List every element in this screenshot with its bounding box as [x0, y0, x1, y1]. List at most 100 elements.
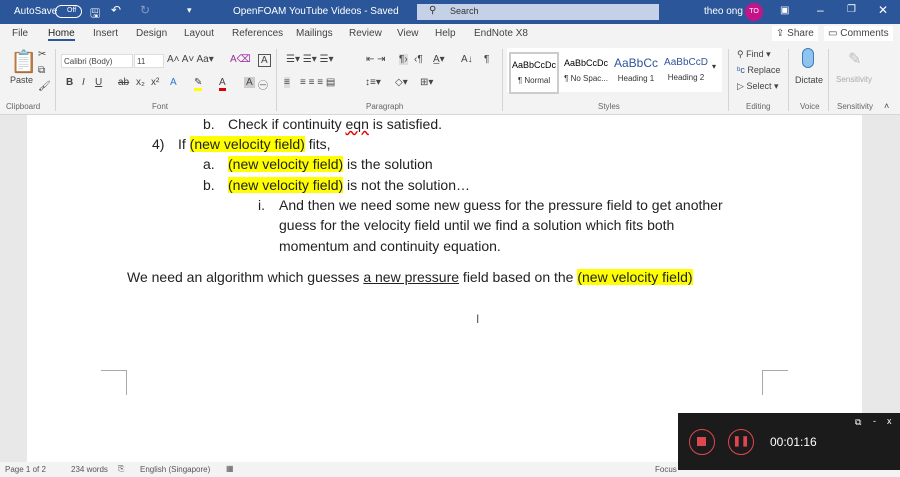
search-box[interactable]: ⚲ Search: [417, 4, 659, 20]
avatar[interactable]: TO: [745, 3, 763, 21]
user-name: theo ong: [704, 6, 743, 17]
clipboard-label: Clipboard: [6, 102, 41, 111]
style-heading-2[interactable]: AaBbCcD Heading 2: [661, 52, 711, 94]
strikethrough-icon[interactable]: ab: [118, 77, 129, 88]
doc-line: (new velocity field) is the solution: [228, 156, 433, 172]
sort-icon[interactable]: A↓: [461, 54, 473, 65]
page-count[interactable]: Page 1 of 2: [5, 465, 46, 474]
paste-icon[interactable]: 📋: [10, 49, 37, 75]
stop-button[interactable]: [689, 429, 715, 455]
styles-gallery: AaBbCcDc ¶ Normal AaBbCcDc ¶ No Spac... Aa…: [507, 48, 722, 94]
tab-insert[interactable]: Insert: [93, 28, 118, 39]
shading-icon[interactable]: A: [244, 77, 255, 88]
close-icon[interactable]: ✕: [878, 3, 888, 17]
find-button[interactable]: ⚲ Find ▾: [737, 49, 771, 60]
tab-file[interactable]: File: [12, 28, 28, 39]
select-label: Select: [746, 81, 772, 91]
redo-icon[interactable]: ↻: [140, 3, 150, 17]
paragraph-shading-icon[interactable]: ◇▾: [395, 77, 408, 88]
underline-icon[interactable]: U: [95, 77, 102, 88]
paragraph-label: Paragraph: [366, 102, 404, 111]
accessibility-icon[interactable]: ▦: [226, 464, 234, 473]
screen-recorder-widget: ⧉ - x ❚❚ 00:01:16: [678, 413, 900, 470]
title-bar: AutoSave Off 🖫 ↶ ↻ ▾ OpenFOAM YouTube Vi…: [0, 0, 900, 24]
tab-references[interactable]: References: [232, 28, 283, 39]
document-page[interactable]: b. Check if continuity eqn is satisfied.…: [27, 115, 862, 462]
tab-endnote[interactable]: EndNote X8: [474, 28, 528, 39]
tab-view[interactable]: View: [397, 28, 419, 39]
ltr-icon[interactable]: ¶›: [399, 54, 408, 65]
style-name: ¶ No Spac...: [564, 74, 608, 83]
borders-icon[interactable]: ⊞▾: [420, 77, 433, 88]
style-name: Heading 1: [617, 74, 655, 83]
ribbon-display-icon[interactable]: ▣: [780, 5, 789, 16]
format-painter-icon[interactable]: 🖌: [38, 81, 51, 92]
undo-icon[interactable]: ↶: [111, 3, 121, 17]
clear-format-icon[interactable]: A⌫: [230, 54, 251, 65]
customize-toolbar-icon[interactable]: ▾: [187, 5, 192, 16]
share-button[interactable]: ⇪ Share: [772, 26, 818, 41]
tab-help[interactable]: Help: [435, 28, 456, 39]
font-name-select[interactable]: Calibri (Body): [61, 54, 133, 68]
indent-icon[interactable]: ⇤ ⇥: [366, 54, 386, 65]
bullets-icon[interactable]: ☰▾ ☰▾ ☰▾: [286, 54, 334, 65]
minimize-icon[interactable]: -: [873, 416, 876, 426]
character-border-icon[interactable]: A: [258, 54, 271, 67]
replace-button[interactable]: ᵇc Replace: [737, 65, 780, 75]
doc-line: guess for the velocity field until we fi…: [279, 217, 675, 233]
expand-icon[interactable]: ⧉: [855, 417, 861, 428]
sensitivity-label: Sensitivity: [837, 102, 874, 111]
italic-icon[interactable]: I: [82, 77, 85, 88]
text-effects-icon[interactable]: A: [170, 77, 177, 88]
replace-label: Replace: [747, 65, 781, 75]
highlight-icon[interactable]: ✎: [194, 77, 203, 91]
margin-mark: [762, 370, 788, 395]
font-size-select[interactable]: 11: [134, 54, 164, 68]
superscript-icon[interactable]: x²: [151, 77, 159, 88]
paste-button[interactable]: Paste: [10, 75, 33, 85]
show-marks-icon[interactable]: ¶: [484, 54, 489, 65]
search-input[interactable]: Search: [450, 6, 479, 16]
proofing-icon[interactable]: ⎘: [118, 464, 124, 474]
asian-layout-icon[interactable]: A̲▾: [433, 54, 445, 65]
list-marker: a.: [203, 156, 215, 172]
comments-label: Comments: [840, 28, 889, 39]
tab-layout[interactable]: Layout: [184, 28, 214, 39]
subscript-icon[interactable]: x₂: [136, 77, 145, 88]
grow-font-icon[interactable]: A˄ A˅ Aa▾: [167, 54, 214, 65]
autosave-toggle[interactable]: Off: [55, 5, 82, 18]
collapse-ribbon-icon[interactable]: ˄: [884, 101, 889, 111]
rtl-icon[interactable]: ‹¶: [414, 54, 423, 65]
copy-icon[interactable]: ⧉: [38, 65, 45, 76]
align-left-icon[interactable]: ≡: [284, 77, 290, 88]
word-count[interactable]: 234 words: [71, 465, 108, 474]
search-icon: ⚲: [429, 5, 437, 16]
style-normal[interactable]: AaBbCcDc ¶ Normal: [509, 52, 559, 94]
minimize-icon[interactable]: –: [817, 3, 824, 17]
language[interactable]: English (Singapore): [140, 465, 210, 474]
style-heading-1[interactable]: AaBbCc Heading 1: [611, 52, 661, 94]
font-color-icon[interactable]: A: [219, 77, 226, 91]
save-icon[interactable]: 🖫: [90, 4, 100, 25]
style-no-spacing[interactable]: AaBbCcDc ¶ No Spac...: [561, 52, 611, 94]
microphone-icon[interactable]: [802, 48, 814, 68]
tab-mailings[interactable]: Mailings: [296, 28, 333, 39]
tab-home[interactable]: Home: [48, 28, 75, 41]
line-spacing-icon[interactable]: ↕≡▾: [365, 77, 381, 88]
restore-icon[interactable]: ❐: [847, 4, 856, 15]
bold-icon[interactable]: B: [66, 77, 73, 88]
dictate-button[interactable]: Dictate: [795, 75, 823, 85]
focus-button[interactable]: Focus: [655, 465, 677, 474]
select-button[interactable]: ▷ Select ▾: [737, 81, 778, 92]
tab-design[interactable]: Design: [136, 28, 167, 39]
tab-review[interactable]: Review: [349, 28, 382, 39]
ribbon-tabs: File Home Insert Design Layout Reference…: [0, 24, 900, 45]
close-icon[interactable]: x: [887, 416, 892, 426]
comments-button[interactable]: ▭ Comments: [824, 26, 893, 41]
enclose-char-icon[interactable]: ㊀: [258, 77, 268, 92]
align-center-icon[interactable]: ≡ ≡ ≡ ▤: [300, 77, 335, 88]
cut-icon[interactable]: ✂: [38, 49, 46, 60]
pause-button[interactable]: ❚❚: [728, 429, 754, 455]
styles-more-icon[interactable]: ▾: [712, 62, 716, 71]
select-icon: ▷: [737, 81, 744, 91]
